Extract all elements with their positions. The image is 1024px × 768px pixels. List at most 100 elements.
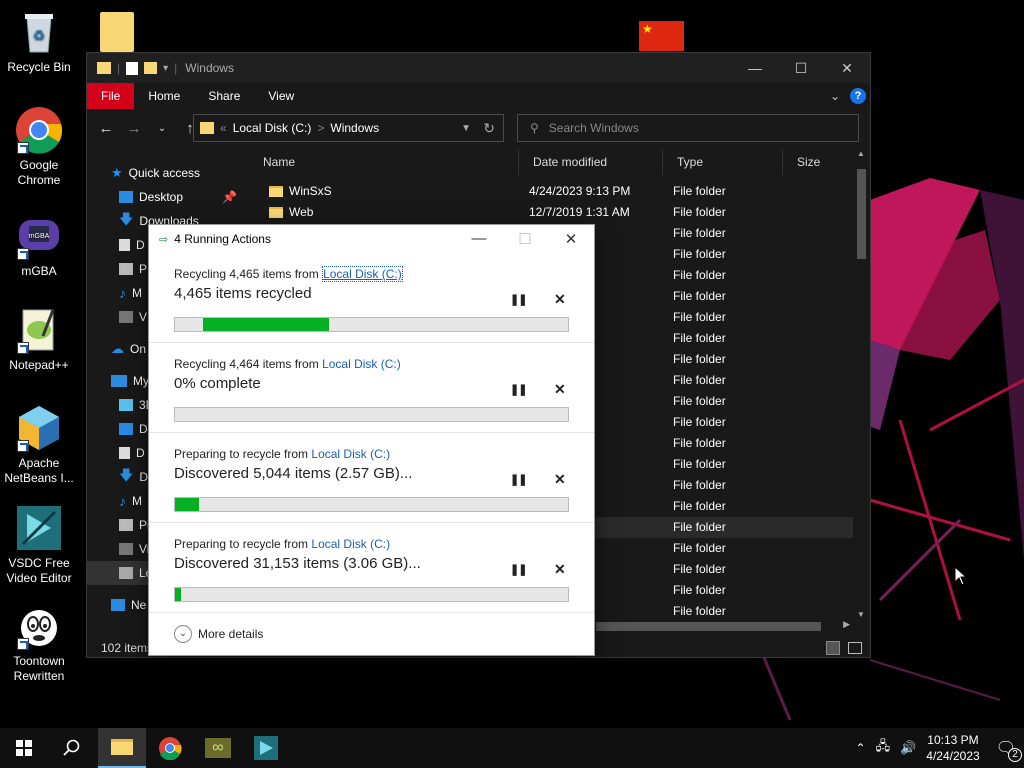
properties-icon[interactable] [126, 61, 139, 75]
cancel-icon[interactable]: ✕ [554, 291, 566, 308]
network-icon[interactable]: 🖧 [876, 737, 891, 759]
pause-button[interactable]: ❚❚ [510, 473, 527, 486]
shortcut-arrow-icon [17, 440, 29, 452]
column-type[interactable]: Type [663, 149, 783, 175]
nav-label: D [139, 422, 148, 436]
vertical-scrollbar[interactable]: ▲ ▼ [854, 149, 868, 619]
search-button[interactable] [48, 728, 96, 768]
row-type: File folder [673, 247, 726, 261]
row-type: File folder [673, 562, 726, 576]
volume-icon[interactable]: 🔊 [900, 740, 916, 756]
nav-desktop[interactable]: Desktop 📌 [87, 185, 245, 209]
address-dropdown-icon[interactable]: ▼ [461, 123, 471, 134]
notepad-plus-plus-shortcut[interactable]: Notepad++ [1, 306, 77, 373]
action-center-icon[interactable]: 🗨 2 [996, 738, 1022, 762]
apache-netbeans-shortcut[interactable]: Apache NetBeans I... [1, 404, 77, 486]
tab-view[interactable]: View [254, 83, 308, 109]
source-link[interactable]: Local Disk (C:) [322, 266, 403, 282]
pause-button[interactable]: ❚❚ [510, 383, 527, 396]
more-details-button[interactable]: ⌄ More details [174, 625, 263, 643]
nav-quick-access[interactable]: ★ Quick access [87, 161, 245, 185]
vsdc-video-editor-shortcut[interactable]: VSDC Free Video Editor [1, 504, 77, 586]
scroll-up-icon[interactable]: ▲ [857, 149, 865, 158]
shortcut-arrow-icon [17, 638, 29, 650]
row-date: 12/7/2019 1:31 AM [529, 205, 630, 219]
row-type: File folder [673, 310, 726, 324]
recent-locations-button[interactable]: ⌄ [153, 123, 171, 134]
recycle-bin-shortcut[interactable]: ♻ Recycle Bin [1, 8, 77, 75]
scrollbar-thumb[interactable] [857, 169, 866, 259]
scroll-right-icon[interactable]: ▶ [843, 619, 850, 630]
action-prefix: Recycling 4,464 items from [174, 357, 323, 371]
dialog-title-bar[interactable]: ⇨ 4 Running Actions — ☐ ✕ [149, 225, 594, 253]
taskbar-vsdc[interactable] [242, 728, 290, 768]
column-name[interactable]: Name [249, 149, 519, 175]
taskbar-chrome[interactable] [146, 728, 194, 768]
breadcrumb-local-disk[interactable]: Local Disk (C:) [233, 121, 312, 135]
row-type: File folder [673, 184, 726, 198]
videos-icon [119, 543, 133, 555]
desktop-folder-icon[interactable] [100, 12, 134, 52]
toontown-rewritten-shortcut[interactable]: Toontown Rewritten [1, 602, 77, 684]
mgba-shortcut[interactable]: mGBA mGBA [1, 212, 77, 279]
help-icon[interactable]: ? [850, 88, 866, 104]
horizontal-scrollbar[interactable]: ▶ [596, 619, 852, 635]
pause-button[interactable]: ❚❚ [510, 293, 527, 306]
close-button[interactable]: ✕ [548, 230, 594, 248]
address-bar[interactable]: « Local Disk (C:) > Windows ▼ ↻ [193, 114, 504, 142]
taskbar-app-infinity[interactable]: ∞ [194, 728, 242, 768]
row-type: File folder [673, 352, 726, 366]
shortcut-arrow-icon [17, 248, 29, 260]
close-button[interactable]: ✕ [824, 53, 870, 83]
nav-label: M [132, 494, 142, 508]
row-type: File folder [673, 415, 726, 429]
source-link[interactable]: Local Disk (C:) [311, 537, 390, 551]
pin-icon: 📌 [222, 190, 237, 204]
start-button[interactable] [0, 728, 48, 768]
clock[interactable]: 10:13 PM 4/24/2023 [926, 732, 979, 764]
refresh-icon[interactable]: ↻ [483, 120, 495, 137]
taskbar-file-explorer[interactable] [98, 728, 146, 768]
minimize-button[interactable]: — [732, 53, 778, 83]
address-overflow[interactable]: « [220, 121, 227, 135]
table-row[interactable]: Web 12/7/2019 1:31 AM File folder [249, 202, 853, 223]
desktop-icon-label: Recycle Bin [7, 60, 71, 74]
action-status: Discovered 5,044 items (2.57 GB)... [174, 465, 413, 482]
google-chrome-shortcut[interactable]: Google Chrome [1, 106, 77, 188]
back-button[interactable]: ← [97, 120, 115, 137]
tab-file[interactable]: File [87, 83, 135, 109]
details-view-icon[interactable] [826, 641, 840, 655]
quick-access-toolbar: | ▾ | [87, 61, 177, 75]
scrollbar-thumb[interactable] [596, 622, 821, 631]
table-row[interactable]: WinSxS 4/24/2023 9:13 PM File folder [249, 181, 853, 202]
cancel-icon[interactable]: ✕ [554, 471, 566, 488]
tab-share[interactable]: Share [194, 83, 254, 109]
customize-toolbar-icon[interactable]: ▾ [163, 63, 168, 74]
cancel-icon[interactable]: ✕ [554, 561, 566, 578]
desktop-icon-label: Google Chrome [17, 158, 61, 187]
chrome-icon [159, 737, 182, 760]
column-size[interactable]: Size [783, 149, 853, 175]
pictures-icon [119, 263, 133, 275]
tab-home[interactable]: Home [134, 83, 194, 109]
row-type: File folder [673, 226, 726, 240]
source-link[interactable]: Local Disk (C:) [311, 447, 390, 461]
maximize-button[interactable]: ☐ [778, 53, 824, 83]
forward-button[interactable]: → [125, 120, 143, 137]
scroll-down-icon[interactable]: ▼ [857, 610, 865, 619]
cancel-icon[interactable]: ✕ [554, 381, 566, 398]
breadcrumb-windows[interactable]: Windows [330, 121, 379, 135]
minimize-button[interactable]: — [456, 230, 502, 248]
row-type: File folder [673, 520, 726, 534]
show-hidden-icons-icon[interactable]: ⌃ [856, 741, 866, 755]
source-link[interactable]: Local Disk (C:) [322, 357, 401, 371]
new-folder-icon[interactable] [144, 62, 158, 74]
explorer-title-bar[interactable]: | ▾ | Windows — ☐ ✕ [87, 53, 870, 83]
column-date-modified[interactable]: Date modified [519, 149, 663, 175]
search-box[interactable]: ⚲ Search Windows [517, 114, 859, 142]
pause-button[interactable]: ❚❚ [510, 563, 527, 576]
large-icons-view-icon[interactable] [848, 642, 862, 654]
flag-image: ★ [639, 21, 684, 51]
folder-icon [111, 739, 133, 755]
expand-ribbon-icon[interactable]: ⌄ [830, 89, 840, 103]
